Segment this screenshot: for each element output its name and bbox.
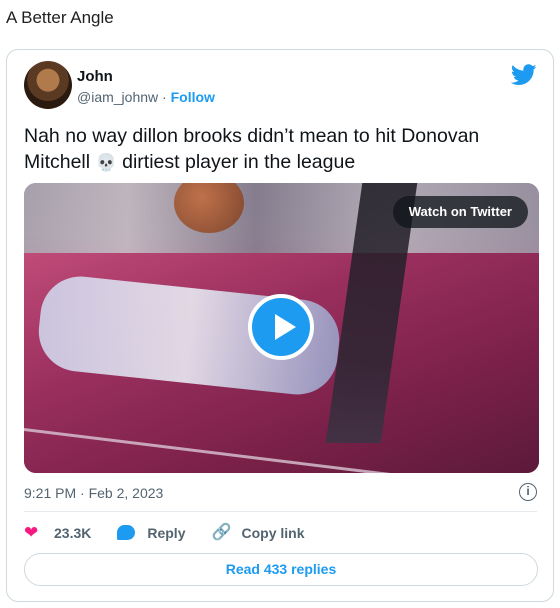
author-handle[interactable]: @iam_johnw	[77, 89, 158, 105]
tweet-actions: ❤ 23.3K Reply 🔗 Copy link	[24, 523, 331, 543]
copy-link-label: Copy link	[241, 525, 305, 541]
video-media[interactable]: Watch on Twitter	[24, 183, 539, 473]
author-handle-line: @iam_johnw · Follow	[77, 89, 215, 105]
like-button[interactable]: ❤ 23.3K	[24, 524, 91, 542]
tweet-timestamp[interactable]: 9:21 PM · Feb 2, 2023	[24, 485, 163, 501]
heart-icon: ❤	[24, 523, 39, 542]
tweet-text: Nah no way dillon brooks didn’t mean to …	[24, 123, 534, 176]
twitter-bird-icon[interactable]	[511, 64, 537, 86]
follow-button[interactable]: Follow	[171, 89, 215, 105]
play-icon	[275, 314, 296, 340]
reply-label: Reply	[147, 525, 186, 541]
avatar[interactable]	[24, 61, 72, 109]
tweet-text-part2: dirtiest player in the league	[122, 151, 356, 173]
like-count: 23.3K	[54, 525, 92, 541]
link-icon: 🔗	[211, 524, 232, 541]
author-name[interactable]: John	[77, 68, 113, 85]
reply-bubble-icon	[117, 524, 136, 542]
skull-emoji: 💀	[95, 153, 117, 172]
embedded-tweet-card: John @iam_johnw · Follow Nah no way dill…	[6, 49, 554, 602]
copy-link-button[interactable]: 🔗 Copy link	[211, 524, 304, 542]
divider	[24, 511, 537, 512]
info-icon[interactable]: i	[519, 483, 537, 501]
reply-button[interactable]: Reply	[117, 524, 185, 542]
read-replies-button[interactable]: Read 433 replies	[24, 553, 538, 586]
play-button[interactable]	[248, 294, 314, 360]
separator: ·	[162, 89, 167, 105]
page-heading: A Better Angle	[6, 8, 114, 27]
watch-on-twitter-button[interactable]: Watch on Twitter	[392, 196, 528, 228]
